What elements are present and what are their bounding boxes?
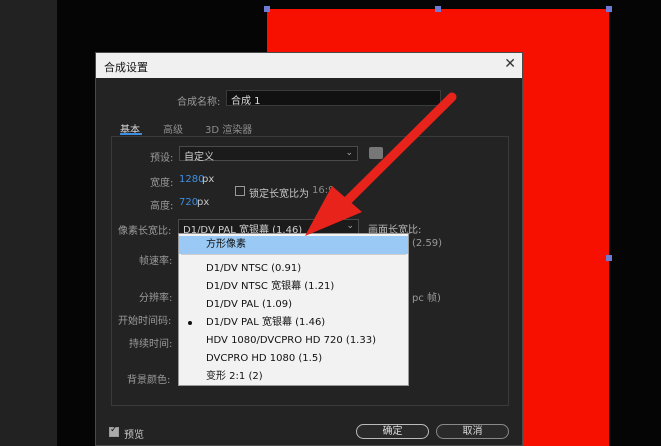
close-icon[interactable]: ✕ (504, 56, 516, 72)
frame-aspect-value: (2.59) (412, 238, 443, 249)
start-timecode-label: 开始时间码: (118, 316, 172, 327)
active-tab-indicator (120, 133, 142, 135)
menu-item[interactable]: 变形 2:1 (2) (179, 368, 408, 386)
cancel-button[interactable]: 取消 (436, 424, 509, 439)
menu-item[interactable]: DVCPRO HD 1080 (1.5) (179, 350, 408, 368)
layer-handle[interactable] (606, 255, 612, 261)
menu-item[interactable]: D1/DV NTSC (0.91) (179, 260, 408, 278)
resolution-suffix: pc 帧) (412, 293, 441, 304)
height-label: 高度: (150, 201, 174, 212)
preview-label: 预览 (124, 430, 144, 441)
tab-advanced[interactable]: 高级 (163, 121, 183, 136)
width-value[interactable]: 1280 (179, 174, 204, 185)
dialog-title: 合成设置 (104, 61, 148, 74)
frame-rate-label: 帧速率: (139, 256, 173, 267)
tab-3d-renderer[interactable]: 3D 渲染器 (205, 121, 252, 136)
save-preset-icon[interactable] (369, 147, 383, 159)
dialog-titlebar: 合成设置 ✕ (96, 53, 522, 78)
menu-item[interactable]: D1/DV PAL (1.09) (179, 296, 408, 314)
menu-item-selected[interactable]: D1/DV PAL 宽银幕 (1.46) (179, 314, 408, 332)
bg-color-label: 背景颜色: (127, 375, 171, 386)
layer-handle[interactable] (606, 6, 612, 12)
height-unit: px (197, 197, 210, 208)
menu-item-label: D1/DV PAL 宽银幕 (1.46) (206, 317, 326, 328)
chevron-down-icon: ⌄ (346, 221, 354, 231)
selected-bullet-icon (188, 321, 192, 325)
menu-separator (181, 254, 406, 255)
lock-aspect-value: 16:9 (312, 185, 335, 196)
composition-viewer: 合成设置 ✕ 合成名称: 合成 1 基本 高级 3D 渲染器 预设: 自定义 ⌄… (0, 0, 661, 446)
width-unit: px (202, 174, 215, 185)
preset-dropdown[interactable]: 自定义 ⌄ (179, 146, 358, 163)
resolution-label: 分辨率: (139, 293, 173, 304)
left-panel (0, 0, 57, 446)
menu-item[interactable]: D1/DV NTSC 宽银幕 (1.21) (179, 278, 408, 296)
layer-handle[interactable] (435, 6, 441, 12)
preset-value: 自定义 (184, 152, 214, 163)
menu-item-square-pixels[interactable]: 方形像素 (179, 236, 408, 254)
comp-name-input[interactable]: 合成 1 (226, 90, 441, 107)
duration-label: 持续时间: (129, 339, 173, 350)
layer-handle[interactable] (264, 6, 270, 12)
ok-button[interactable]: 确定 (356, 424, 429, 439)
pixel-aspect-menu: 方形像素 D1/DV NTSC (0.91) D1/DV NTSC 宽银幕 (1… (178, 233, 409, 386)
preview-checkbox[interactable] (109, 425, 119, 437)
chevron-down-icon: ⌄ (345, 148, 353, 158)
pixel-aspect-label: 像素长宽比: (118, 226, 172, 237)
width-label: 宽度: (150, 178, 174, 189)
lock-aspect-label: 锁定长宽比为 (249, 189, 309, 200)
height-value[interactable]: 720 (179, 197, 198, 208)
lock-aspect-checkbox[interactable] (235, 186, 245, 196)
menu-item[interactable]: HDV 1080/DVCPRO HD 720 (1.33) (179, 332, 408, 350)
preset-label: 预设: (150, 153, 174, 164)
comp-name-label: 合成名称: (177, 97, 221, 108)
